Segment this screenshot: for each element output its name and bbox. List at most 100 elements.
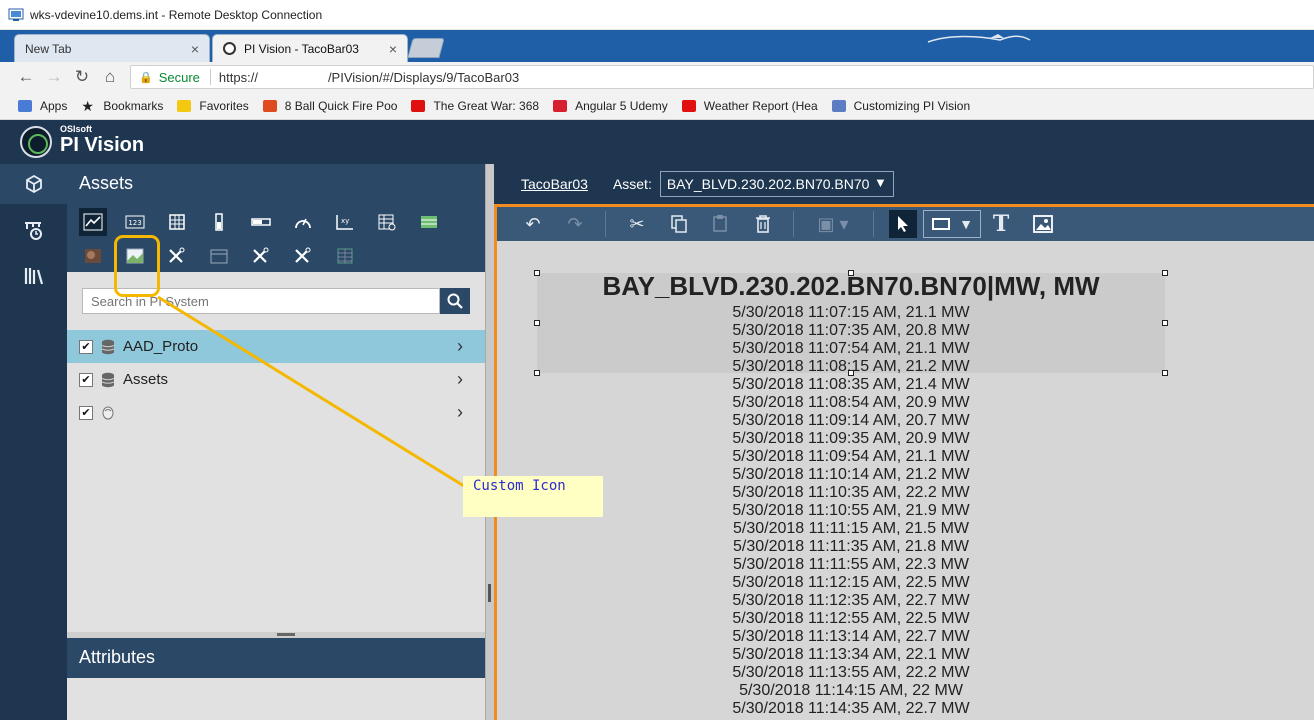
- bookmark-apps[interactable]: Apps: [18, 99, 67, 113]
- arrange-dropdown-icon[interactable]: ▣ ▾: [809, 210, 857, 238]
- bookmark-bookmarks[interactable]: ★ Bookmarks: [81, 99, 163, 113]
- calendar-symbol-icon[interactable]: [205, 242, 233, 270]
- address-toolbar: ← → ↻ ⌂ 🔒 Secure https:// /PIVision/#/Di…: [0, 62, 1314, 92]
- value-list-item: 5/30/2018 11:07:35 AM, 20.8 MW: [732, 322, 970, 339]
- close-icon[interactable]: ×: [389, 41, 397, 57]
- tab-pi-vision[interactable]: PI Vision - TacoBar03 ×: [212, 34, 408, 62]
- dropdown-arrow-icon: ▼: [873, 175, 887, 190]
- youtube-icon: [681, 99, 696, 112]
- address-bar[interactable]: 🔒 Secure https:// /PIVision/#/Displays/9…: [130, 65, 1314, 89]
- bookmark-weather[interactable]: Weather Report (Hea: [681, 99, 818, 113]
- value-list-item: 5/30/2018 11:12:55 AM, 22.5 MW: [732, 610, 970, 627]
- tools-icon[interactable]: [163, 242, 191, 270]
- svg-text:xy: xy: [341, 217, 349, 225]
- attributes-panel-title: Attributes: [67, 638, 485, 678]
- assets-panel-title: Assets: [67, 164, 485, 204]
- cube-icon[interactable]: [0, 164, 67, 204]
- checkbox[interactable]: ✔: [79, 372, 93, 387]
- display-canvas[interactable]: BAY_BLVD.230.202.BN70.BN70|MW, MW 5/30/2…: [497, 241, 1314, 720]
- shape-dropdown[interactable]: ▼: [923, 210, 981, 238]
- trend-symbol-icon[interactable]: [79, 208, 107, 236]
- brand-vendor: OSIsoft: [60, 124, 93, 134]
- window-title: wks-vdevine10.dems.int - Remote Desktop …: [30, 7, 323, 22]
- delete-icon[interactable]: [749, 210, 777, 238]
- library-icon[interactable]: [0, 256, 67, 296]
- tools-icon[interactable]: [247, 242, 275, 270]
- database-icon: [101, 372, 115, 387]
- dropdown-arrow-icon: ▼: [959, 216, 973, 232]
- tree-item-label: AAD_Proto: [123, 338, 199, 355]
- undo-icon[interactable]: ↶: [519, 210, 547, 238]
- redo-icon[interactable]: ↷: [561, 210, 589, 238]
- asset-label: Asset:: [612, 176, 652, 192]
- value-list-item: 5/30/2018 11:08:15 AM, 21.2 MW: [732, 358, 970, 375]
- url-prefix: https://: [218, 69, 258, 85]
- tab-label: New Tab: [25, 41, 72, 56]
- value-symbol-icon[interactable]: 123: [121, 208, 149, 236]
- chevron-right-icon[interactable]: ›: [457, 369, 485, 390]
- pi-vision-logo-icon[interactable]: [20, 126, 52, 158]
- bookmark-great-war[interactable]: The Great War: 368: [411, 99, 539, 113]
- bookmark-favorites[interactable]: Favorites: [177, 99, 249, 113]
- value-list-item: 5/30/2018 11:12:15 AM, 22.5 MW: [732, 574, 970, 591]
- udemy-icon: [553, 99, 568, 112]
- tree-item-data-archive[interactable]: ✔ ›: [67, 396, 485, 429]
- select-pointer-icon[interactable]: [889, 210, 917, 238]
- checkbox[interactable]: ✔: [79, 405, 93, 420]
- vertical-gauge-icon[interactable]: [205, 208, 233, 236]
- bird-logo-icon: [927, 34, 1031, 43]
- apps-grid-icon: [18, 99, 32, 112]
- table-symbol-icon[interactable]: [163, 208, 191, 236]
- cut-icon[interactable]: ✂: [623, 210, 651, 238]
- tab-new-tab[interactable]: New Tab ×: [14, 34, 210, 62]
- vertical-splitter[interactable]: [485, 164, 494, 720]
- horizontal-gauge-icon[interactable]: [247, 208, 275, 236]
- collection-icon[interactable]: [415, 208, 443, 236]
- value-list-item: 5/30/2018 11:13:14 AM, 22.7 MW: [732, 628, 970, 645]
- tools-icon[interactable]: [289, 242, 317, 270]
- chevron-right-icon[interactable]: ›: [457, 402, 485, 423]
- home-icon[interactable]: ⌂: [100, 67, 120, 87]
- value-list-item: 5/30/2018 11:09:35 AM, 20.9 MW: [732, 430, 970, 447]
- paste-icon[interactable]: [707, 210, 735, 238]
- tree-item-label: Assets: [123, 371, 169, 388]
- checkbox[interactable]: ✔: [79, 339, 93, 354]
- grid-symbol-icon[interactable]: [331, 242, 359, 270]
- text-tool-icon[interactable]: T: [987, 210, 1015, 238]
- pi-vision-favicon-icon: [223, 42, 236, 55]
- chevron-right-icon[interactable]: ›: [457, 336, 485, 357]
- tree-item-aad-proto[interactable]: ✔ AAD_Proto ›: [67, 330, 485, 363]
- reload-icon[interactable]: ↻: [72, 67, 92, 87]
- image-photo-symbol-icon[interactable]: [79, 242, 107, 270]
- new-tab-button[interactable]: [407, 38, 445, 58]
- value-list-item: 5/30/2018 11:08:35 AM, 21.4 MW: [732, 376, 970, 393]
- asset-dropdown-value: BAY_BLVD.230.202.BN70.BN70: [666, 176, 870, 192]
- value-list-item: 5/30/2018 11:14:15 AM, 22 MW: [739, 682, 963, 699]
- bookmark-angular[interactable]: Angular 5 Udemy: [553, 99, 668, 113]
- copy-icon[interactable]: [665, 210, 693, 238]
- back-icon[interactable]: ←: [16, 67, 36, 87]
- close-icon[interactable]: ×: [191, 41, 199, 57]
- folder-icon: [177, 99, 192, 112]
- tree-item-assets[interactable]: ✔ Assets ›: [67, 363, 485, 396]
- value-title: BAY_BLVD.230.202.BN70.BN70|MW, MW: [602, 271, 1100, 301]
- forward-icon[interactable]: →: [44, 67, 64, 87]
- asset-dropdown[interactable]: BAY_BLVD.230.202.BN70.BN70 ▼: [659, 171, 894, 197]
- radial-gauge-icon[interactable]: [289, 208, 317, 236]
- value-list-item: 5/30/2018 11:13:34 AM, 22.1 MW: [732, 646, 970, 663]
- bookmark-customizing[interactable]: Customizing PI Vision: [831, 99, 970, 113]
- value-list-item: 5/30/2018 11:14:35 AM, 22.7 MW: [732, 700, 970, 717]
- search-icon: [447, 293, 463, 309]
- bookmark-8ball[interactable]: 8 Ball Quick Fire Poo: [262, 99, 397, 113]
- value-list-item: 5/30/2018 11:11:15 AM, 21.5 MW: [733, 520, 969, 537]
- value-list-item: 5/30/2018 11:12:35 AM, 22.7 MW: [732, 592, 970, 609]
- annotation-highlight-box: [114, 235, 160, 297]
- asset-comparison-table-icon[interactable]: [373, 208, 401, 236]
- xy-plot-icon[interactable]: xy: [331, 208, 359, 236]
- browser-tab-strip: New Tab × PI Vision - TacoBar03 ×: [0, 30, 1314, 62]
- events-clock-icon[interactable]: [0, 210, 67, 250]
- remote-desktop-icon: [8, 8, 24, 21]
- display-name-link[interactable]: TacoBar03: [521, 176, 588, 192]
- search-button[interactable]: [440, 288, 470, 314]
- image-tool-icon[interactable]: [1029, 210, 1057, 238]
